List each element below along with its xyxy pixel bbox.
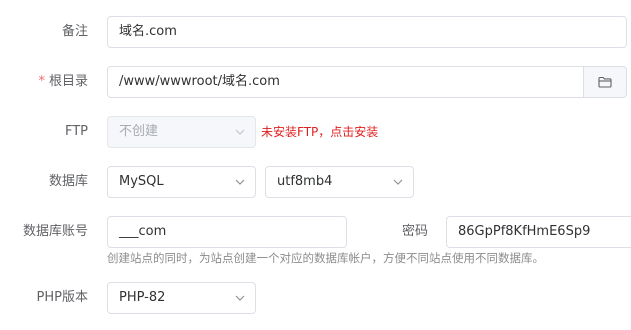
database-row: 数据库 MySQL utf8mb4 <box>0 166 631 198</box>
database-charset-select[interactable]: utf8mb4 <box>265 166 414 198</box>
db-account-label: 数据库账号 <box>22 224 88 239</box>
chevron-down-icon <box>235 179 245 185</box>
ftp-select[interactable]: 不创建 <box>107 116 256 148</box>
ftp-label: FTP <box>64 124 88 139</box>
password-input[interactable]: 86GpPf8KfHmE6Sp9 <box>446 216 631 248</box>
php-version-value: PHP-82 <box>119 290 166 305</box>
chevron-down-icon <box>235 295 245 301</box>
database-charset-value: utf8mb4 <box>277 174 333 189</box>
ftp-selected-value: 不创建 <box>119 124 159 139</box>
database-label: 数据库 <box>48 174 88 189</box>
database-type-value: MySQL <box>119 174 164 189</box>
folder-icon <box>598 76 612 88</box>
chevron-down-icon <box>235 129 245 135</box>
db-account-input[interactable]: ___com <box>107 216 347 248</box>
php-label: PHP版本 <box>36 290 88 305</box>
remark-label: 备注 <box>61 24 88 39</box>
db-account-row: 数据库账号 ___com 密码 86GpPf8KfHmE6Sp9 <box>0 216 631 248</box>
php-version-select[interactable]: PHP-82 <box>107 282 256 314</box>
php-row: PHP版本 PHP-82 <box>0 282 631 314</box>
db-account-hint: 创建站点的同时，为站点创建一个对应的数据库帐户，方便不同站点使用不同数据库。 <box>107 251 544 265</box>
required-mark: * <box>38 74 45 89</box>
database-type-select[interactable]: MySQL <box>107 166 256 198</box>
ftp-row: FTP 不创建 未安装FTP，点击安装 <box>0 116 631 148</box>
chevron-down-icon <box>393 179 403 185</box>
root-dir-label: 根目录 <box>48 74 88 89</box>
create-site-form: 备注 域名.com * 根目录 /www/wwwroot/域名.com FTP 不… <box>0 0 631 330</box>
root-dir-row: * 根目录 /www/wwwroot/域名.com <box>0 66 631 98</box>
root-dir-input[interactable]: /www/wwwroot/域名.com <box>107 66 584 98</box>
install-ftp-link[interactable]: 未安装FTP，点击安装 <box>261 116 378 148</box>
root-dir-label-wrap: * 根目录 <box>0 66 88 98</box>
remark-input[interactable]: 域名.com <box>107 16 627 48</box>
remark-row: 备注 域名.com <box>0 16 631 48</box>
browse-folder-button[interactable] <box>584 66 627 98</box>
password-label: 密码 <box>401 224 428 239</box>
